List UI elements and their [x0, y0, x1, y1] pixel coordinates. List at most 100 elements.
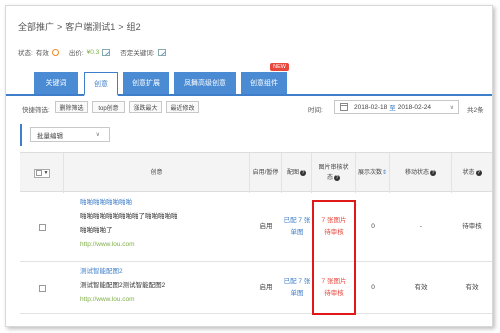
bid-value: ¥0.3 — [86, 48, 100, 56]
tab-keywords[interactable]: 关键词 — [34, 72, 78, 94]
filter-button-biggest-change[interactable]: 涨跌最大 — [129, 101, 162, 113]
image-cell[interactable]: 已配 7 张 单图 — [282, 192, 312, 262]
tab-creative[interactable]: 创意 — [84, 72, 118, 96]
toggle-value: 启用 — [259, 284, 273, 291]
creative-desc-1: 啪啪啪啪啪啪啪啪啪了啪啪啪啪啪 — [80, 213, 178, 220]
image-cell[interactable]: 已配 7 张 单图 — [282, 262, 312, 314]
date-start: 2018-02-18 — [354, 103, 388, 111]
row-select-cell — [20, 192, 64, 262]
creative-desc-1: 测试智能配图2测试智能配图2 — [80, 282, 166, 289]
row-checkbox[interactable] — [38, 223, 46, 231]
select-all-checkbox[interactable]: ▼ — [33, 168, 50, 178]
tab-fengwu-advanced[interactable]: 凤舞高级创意 — [174, 72, 236, 94]
quick-filter-label: 快捷筛选: — [22, 107, 50, 114]
image-count: 已配 7 张 — [283, 278, 311, 285]
image-type: 单图 — [290, 290, 304, 297]
batch-bar: 批量编辑 ∨ — [20, 124, 492, 146]
mobile-status-cell: - — [390, 192, 452, 262]
impressions-cell: 0 — [356, 262, 390, 314]
header-creative: 创意 — [64, 153, 250, 193]
mobile-status-value: 有效 — [414, 284, 428, 291]
sort-icon[interactable]: ⇕ — [382, 168, 387, 178]
filter-button-delete-label: 删除筛选 — [59, 105, 84, 112]
creative-title[interactable]: 啪啪啪啪啪啪啪啪 — [80, 196, 178, 210]
review-column-highlight — [312, 200, 356, 315]
filter-button-delete[interactable]: 删除筛选 — [55, 101, 88, 113]
header-mobile-status: 移动状态? — [390, 153, 452, 193]
row-checkbox[interactable] — [38, 284, 46, 292]
tab-creative-label: 创意 — [94, 80, 108, 88]
edit-negative-keyword-icon[interactable] — [157, 48, 166, 56]
total-count: 共2条 — [467, 107, 484, 114]
header-impressions[interactable]: 展示次数 ⇕ — [356, 153, 390, 193]
toggle-value: 启用 — [259, 223, 273, 230]
creative-cell: 啪啪啪啪啪啪啪啪 啪啪啪啪啪啪啪啪啪了啪啪啪啪啪 啪啪啪啪了 http://ww… — [80, 196, 178, 252]
creative-desc-2: 啪啪啪啪了 — [80, 227, 113, 234]
help-icon[interactable]: ? — [334, 175, 340, 181]
header-image-label: 配图 — [286, 170, 299, 176]
tab-keywords-label: 关键词 — [45, 80, 67, 87]
breadcrumb-item-all[interactable]: 全部推广 — [18, 22, 54, 32]
tab-bar: 关键词 创意 创意扩展 凤舞高级创意 创意组件 NEW — [6, 62, 492, 96]
mobile-status-cell: 有效 — [390, 262, 452, 314]
table-header: ▼ 创意 启用/暂停 配图? 图片审核状 态? 展示次数 ⇕ 移动状态? 状态? — [20, 152, 492, 193]
image-type: 单图 — [290, 229, 304, 236]
header-toggle: 启用/暂停 — [250, 153, 282, 193]
creative-cell: 测试智能配图2 测试智能配图2测试智能配图2 http://www.lou.co… — [80, 265, 165, 307]
help-icon[interactable]: ? — [430, 170, 436, 176]
header-image-review-label: 图片审核状 — [318, 165, 349, 171]
impressions-cell: 0 — [356, 192, 390, 262]
toggle-cell[interactable]: 启用 — [250, 262, 282, 314]
chevron-down-icon: ▼ — [43, 170, 49, 176]
header-creative-label: 创意 — [150, 170, 163, 176]
status-value: 有效 — [465, 284, 479, 291]
table-row: 啪啪啪啪啪啪啪啪 啪啪啪啪啪啪啪啪啪了啪啪啪啪啪 啪啪啪啪了 http://ww… — [20, 192, 492, 262]
date-range-picker[interactable]: 2018-02-18 至 2018-02-24 ∨ — [334, 100, 459, 114]
time-label: 时间: — [308, 107, 323, 114]
impressions-value: 0 — [371, 223, 375, 230]
header-impressions-label: 展示次数 — [357, 170, 382, 176]
creative-title[interactable]: 测试智能配图2 — [80, 265, 165, 279]
breadcrumb-item-plan[interactable]: 客户端测试1 — [65, 22, 115, 32]
breadcrumb-item-group: 组2 — [126, 22, 141, 32]
status-value: 待审核 — [462, 223, 482, 230]
header-mobile-status-label: 移动状态 — [404, 170, 429, 176]
help-icon[interactable]: ? — [300, 170, 306, 176]
mobile-status-value: - — [419, 223, 423, 230]
filter-button-biggest-change-label: 涨跌最大 — [133, 105, 158, 112]
header-image-review: 图片审核状 态? — [312, 153, 356, 193]
impressions-value: 0 — [371, 284, 375, 291]
tab-creative-component[interactable]: 创意组件 NEW — [241, 63, 289, 94]
tab-creative-component-label: 创意组件 — [250, 80, 278, 87]
date-end: 2018-02-24 — [397, 103, 431, 111]
header-status: 状态? — [452, 153, 492, 193]
chevron-down-icon: ∨ — [95, 132, 100, 138]
batch-edit-select[interactable]: 批量编辑 ∨ — [30, 127, 110, 142]
edit-bid-icon[interactable] — [102, 48, 111, 56]
creative-url[interactable]: http://www.lou.com — [80, 293, 165, 307]
date-separator: 至 — [389, 105, 396, 112]
tab-creative-extension[interactable]: 创意扩展 — [123, 72, 169, 94]
batch-edit-label: 批量编辑 — [37, 132, 63, 140]
new-badge: NEW — [270, 63, 289, 71]
app-frame: 全部推广 > 客户端测试1 > 组2 状态: 有效 出价: ¥0.3 否定关键词: 关键… — [5, 5, 493, 327]
status-value: 有效 — [35, 50, 49, 57]
toggle-cell[interactable]: 启用 — [250, 192, 282, 262]
filter-button-top[interactable]: top创意 — [92, 101, 125, 113]
help-icon[interactable]: ? — [475, 170, 482, 176]
header-image: 配图? — [282, 153, 312, 193]
status-cell: 有效 — [452, 262, 492, 314]
filter-button-recent-label: 最近修改 — [170, 105, 195, 112]
status-label: 状态: — [18, 50, 33, 57]
status-indicator-icon — [51, 48, 59, 56]
status-cell: 待审核 — [452, 192, 492, 262]
breadcrumb: 全部推广 > 客户端测试1 > 组2 — [18, 22, 141, 32]
group-status-line: 状态: 有效 出价: ¥0.3 否定关键词: — [18, 47, 166, 57]
tab-fengwu-advanced-label: 凤舞高级创意 — [184, 80, 226, 87]
header-select-all[interactable]: ▼ — [20, 153, 64, 193]
filter-button-recent[interactable]: 最近修改 — [166, 101, 199, 113]
bid-label: 出价: — [68, 50, 84, 57]
creative-url[interactable]: http://www.lou.com — [80, 238, 178, 252]
chevron-down-icon: ∨ — [449, 104, 454, 111]
header-status-label: 状态 — [462, 170, 475, 176]
